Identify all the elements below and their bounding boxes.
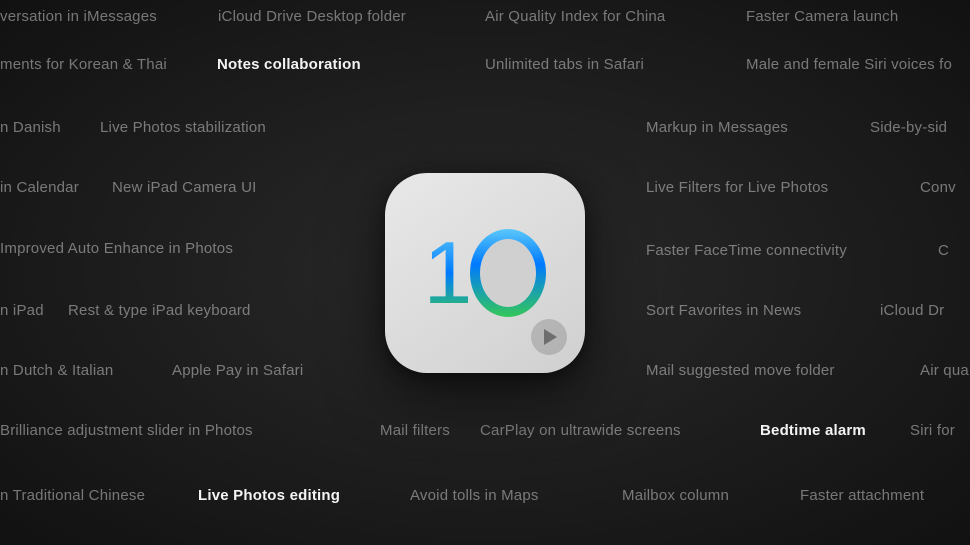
feature-mail-suggested: Mail suggested move folder — [646, 362, 835, 379]
feature-apple-pay: Apple Pay in Safari — [172, 362, 303, 379]
logo-digit-one: 1 — [424, 229, 469, 317]
feature-carplay: CarPlay on ultrawide screens — [480, 422, 681, 439]
play-triangle-icon — [544, 329, 557, 345]
feature-faster-camera-launch: Faster Camera launch — [746, 8, 898, 25]
feature-mailbox-column: Mailbox column — [622, 487, 729, 504]
feature-dutch-italian: n Dutch & Italian — [0, 362, 113, 379]
feature-korean-thai: ments for Korean & Thai — [0, 56, 167, 73]
ios-logo-container[interactable]: 1 — [385, 173, 585, 373]
feature-conversation-imessages: versation in iMessages — [0, 8, 157, 25]
feature-markup-messages: Markup in Messages — [646, 119, 788, 136]
feature-danish: n Danish — [0, 119, 61, 136]
feature-traditional-chinese: n Traditional Chinese — [0, 487, 145, 504]
feature-faster-attachments: Faster attachment — [800, 487, 924, 504]
play-button[interactable] — [531, 319, 567, 355]
feature-icloud-dr: iCloud Dr — [880, 302, 944, 319]
feature-mail-filters: Mail filters — [380, 422, 450, 439]
ios-logo-background: 1 — [385, 173, 585, 373]
feature-brilliance: Brilliance adjustment slider in Photos — [0, 422, 253, 439]
feature-bedtime-alarm: Bedtime alarm — [760, 422, 866, 439]
feature-air-quality: Air Quality Index for China — [485, 8, 665, 25]
logo-digit-zero — [470, 229, 546, 317]
feature-sort-favorites: Sort Favorites in News — [646, 302, 801, 319]
feature-air-qua: Air qua — [920, 362, 969, 379]
feature-live-photos-stab: Live Photos stabilization — [100, 119, 266, 136]
ios-logo-number: 1 — [424, 229, 547, 317]
feature-rest-type: Rest & type iPad keyboard — [68, 302, 251, 319]
feature-side-by-side: Side-by-sid — [870, 119, 947, 136]
feature-live-filters: Live Filters for Live Photos — [646, 179, 828, 196]
feature-ipad-left: n iPad — [0, 302, 44, 319]
feature-unlimited-tabs: Unlimited tabs in Safari — [485, 56, 644, 73]
feature-notes-collab: Notes collaboration — [217, 56, 361, 73]
feature-c-right: C — [938, 242, 949, 259]
feature-siri-voices: Male and female Siri voices fo — [746, 56, 952, 73]
feature-siri-for: Siri for — [910, 422, 955, 439]
feature-facetime-connectivity: Faster FaceTime connectivity — [646, 242, 847, 259]
feature-calendar: in Calendar — [0, 179, 79, 196]
feature-icloud-drive: iCloud Drive Desktop folder — [218, 8, 406, 25]
feature-conv: Conv — [920, 179, 956, 196]
feature-new-ipad-camera: New iPad Camera UI — [112, 179, 256, 196]
feature-auto-enhance: Improved Auto Enhance in Photos — [0, 240, 233, 257]
feature-live-photos-editing: Live Photos editing — [198, 487, 340, 504]
feature-avoid-tolls: Avoid tolls in Maps — [410, 487, 539, 504]
